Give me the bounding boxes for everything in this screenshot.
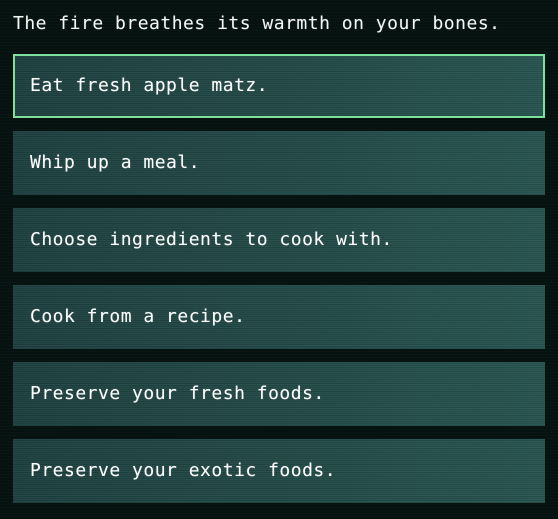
menu-option-label: Cook from a recipe. — [30, 306, 246, 327]
menu-options-list: Eat fresh apple matz. Whip up a meal. Ch… — [0, 54, 558, 516]
menu-option-label: Whip up a meal. — [30, 152, 201, 173]
menu-option-preserve-fresh-foods[interactable]: Preserve your fresh foods. — [13, 362, 545, 426]
narration-text: The fire breathes its warmth on your bon… — [13, 13, 501, 34]
menu-option-label: Preserve your fresh foods. — [30, 383, 325, 404]
menu-option-label: Preserve your exotic foods. — [30, 460, 337, 481]
menu-option-preserve-exotic-foods[interactable]: Preserve your exotic foods. — [13, 439, 545, 503]
menu-option-label: Choose ingredients to cook with. — [30, 229, 393, 250]
menu-option-choose-ingredients[interactable]: Choose ingredients to cook with. — [13, 208, 545, 272]
menu-option-label: Eat fresh apple matz. — [30, 75, 269, 96]
menu-option-whip-up-a-meal[interactable]: Whip up a meal. — [13, 131, 545, 195]
game-screen: The fire breathes its warmth on your bon… — [0, 0, 558, 519]
menu-option-eat-fresh-apple-matz[interactable]: Eat fresh apple matz. — [13, 54, 545, 118]
menu-option-cook-from-recipe[interactable]: Cook from a recipe. — [13, 285, 545, 349]
